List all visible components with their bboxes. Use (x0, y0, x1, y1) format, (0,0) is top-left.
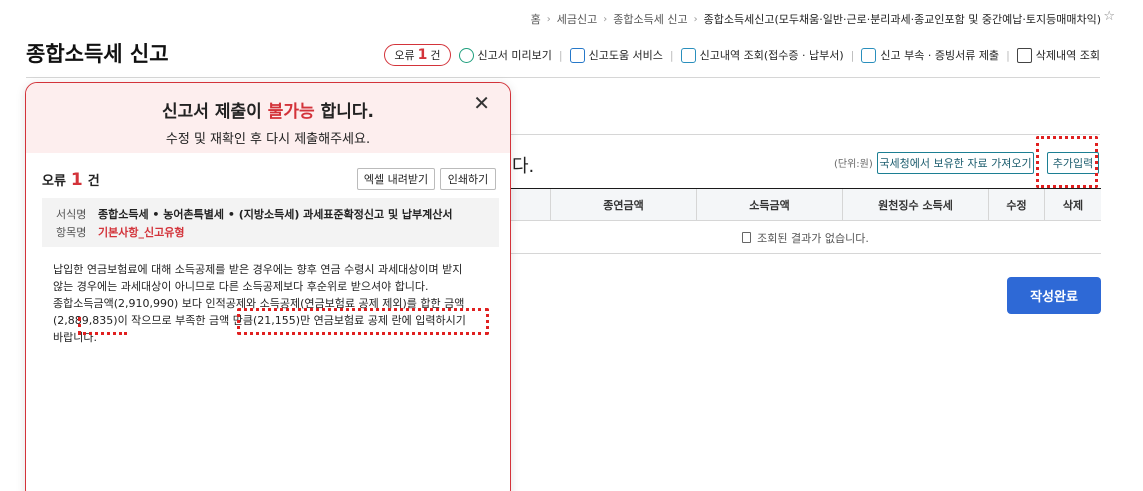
chevron-right-icon: › (603, 13, 608, 25)
modal-title-suffix: 합니다. (320, 102, 374, 122)
breadcrumb-tax-report[interactable]: 세금신고 (557, 11, 597, 27)
unit-label: (단위:원) (834, 159, 873, 170)
history-label: 신고내역 조회(접수증 · 납부서) (699, 49, 844, 62)
error-unit: 건 (430, 49, 441, 62)
history-button[interactable]: 신고내역 조회(접수증 · 납부서) (680, 47, 844, 63)
magnifier-icon (458, 47, 474, 63)
preview-button[interactable]: 신고서 미리보기 (458, 47, 552, 63)
error-label: 오류 (394, 49, 415, 62)
section-divider (510, 134, 1100, 135)
help-service-button[interactable]: 신고도움 서비스 (569, 47, 663, 63)
form-name-row: 서식명 종합소득세 • 농어촌특별세 • (지방소득세) 과세표준확정신고 및 … (56, 205, 499, 223)
toolbar-divider: | (669, 48, 674, 62)
form-name-key: 서식명 (56, 208, 87, 221)
attachments-button[interactable]: 신고 부속 · 증빙서류 제출 (861, 47, 999, 63)
error-count-badge[interactable]: 오류 1 건 (384, 44, 451, 66)
monitor-icon (569, 47, 585, 63)
column-header: 소득금액 (696, 189, 842, 221)
modal-error-count: 오류 1 건 (42, 170, 100, 190)
attachments-label: 신고 부속 · 증빙서류 제출 (880, 49, 1000, 62)
header-divider (26, 77, 1100, 78)
chevron-right-icon: › (546, 13, 551, 25)
modal-header: 신고서 제출이 불가능 합니다. 수정 및 재확인 후 다시 제출해주세요. (26, 83, 510, 153)
section-title: 다. (512, 156, 535, 177)
fetch-nts-data-button[interactable]: 국세청에서 보유한 자료 가져오기 (877, 152, 1034, 174)
complete-button[interactable]: 작성완료 (1007, 277, 1101, 314)
document-icon (742, 232, 752, 243)
deleted-history-button[interactable]: 삭제내역 조회 (1016, 47, 1100, 63)
preview-label: 신고서 미리보기 (477, 49, 552, 62)
help-service-label: 신고도움 서비스 (588, 49, 663, 62)
toolbar-divider: | (558, 48, 563, 62)
error-message-line: 납입한 연금보험료에 대해 소득공제를 받은 경우에는 향후 연금 수령시 과세… (53, 263, 463, 276)
empty-row: 조회된 결과가 없습니다. (510, 221, 1101, 254)
table-header: 종연금액 소득금액 원천징수 소득세 수정 삭제 (510, 189, 1101, 221)
excel-download-button[interactable]: 엑셀 내려받기 (357, 168, 435, 190)
breadcrumb-current: 종합소득세신고(모두채움·일반·근로·분리과세·종교인포함 및 중간예납·토지등… (703, 13, 1101, 26)
upload-document-icon (861, 47, 877, 63)
print-button[interactable]: 인쇄하기 (440, 168, 496, 190)
pension-table: 종연금액 소득금액 원천징수 소득세 수정 삭제 조회된 결과가 없습니다. (510, 188, 1101, 254)
toolbar: 오류 1 건 신고서 미리보기 | 신고도움 서비스 | 신고내역 조회(접수증… (384, 44, 1100, 66)
modal-error-number: 1 (70, 170, 83, 190)
document-icon (680, 47, 696, 63)
modal-title-prefix: 신고서 제출이 (162, 102, 262, 122)
empty-message: 조회된 결과가 없습니다. (757, 231, 869, 245)
annotation-highlight (237, 308, 489, 335)
error-message-line: 않는 경우에는 과세대상이 아니므로 다른 소득공제보다 후순위로 받으셔야 합… (53, 280, 429, 293)
column-header: 종연금액 (550, 189, 696, 221)
error-modal: 신고서 제출이 불가능 합니다. 수정 및 재확인 후 다시 제출해주세요. ✕… (25, 82, 511, 491)
deleted-history-label: 삭제내역 조회 (1035, 49, 1100, 62)
breadcrumb-income-tax[interactable]: 종합소득세 신고 (613, 11, 687, 27)
form-name-value: 종합소득세 • 농어촌특별세 • (지방소득세) 과세표준확정신고 및 납부계산… (98, 208, 453, 221)
error-info-box: 서식명 종합소득세 • 농어촌특별세 • (지방소득세) 과세표준확정신고 및 … (42, 198, 499, 247)
star-icon[interactable]: ☆ (1103, 9, 1115, 24)
chevron-right-icon: › (693, 13, 698, 25)
modal-title-highlight: 불가능 (267, 102, 315, 122)
close-icon[interactable]: ✕ (473, 93, 490, 113)
breadcrumb: 홈 › 세금신고 › 종합소득세 신고 › 종합소득세신고(모두채움·일반·근로… (531, 11, 1101, 27)
item-name-row: 항목명 기본사항_신고유형 (56, 223, 499, 241)
modal-subtitle: 수정 및 재확인 후 다시 제출해주세요. (165, 132, 371, 147)
column-header: 원천징수 소득세 (842, 189, 988, 221)
column-header: 수정 (988, 189, 1044, 221)
annotation-highlight (1036, 136, 1098, 188)
breadcrumb-home[interactable]: 홈 (531, 11, 541, 27)
modal-title: 신고서 제출이 불가능 합니다. (26, 97, 510, 122)
item-name-key: 항목명 (56, 226, 87, 239)
page-title: 종합소득세 신고 (26, 42, 169, 66)
modal-error-label: 오류 (42, 174, 66, 189)
error-count: 1 (417, 47, 428, 63)
toolbar-divider: | (850, 48, 855, 62)
item-name-value[interactable]: 기본사항_신고유형 (98, 224, 184, 240)
column-header: 삭제 (1044, 189, 1101, 221)
modal-error-unit: 건 (87, 174, 100, 189)
toolbar-divider: | (1006, 48, 1010, 62)
basket-icon (1016, 47, 1032, 63)
annotation-highlight (78, 317, 127, 335)
